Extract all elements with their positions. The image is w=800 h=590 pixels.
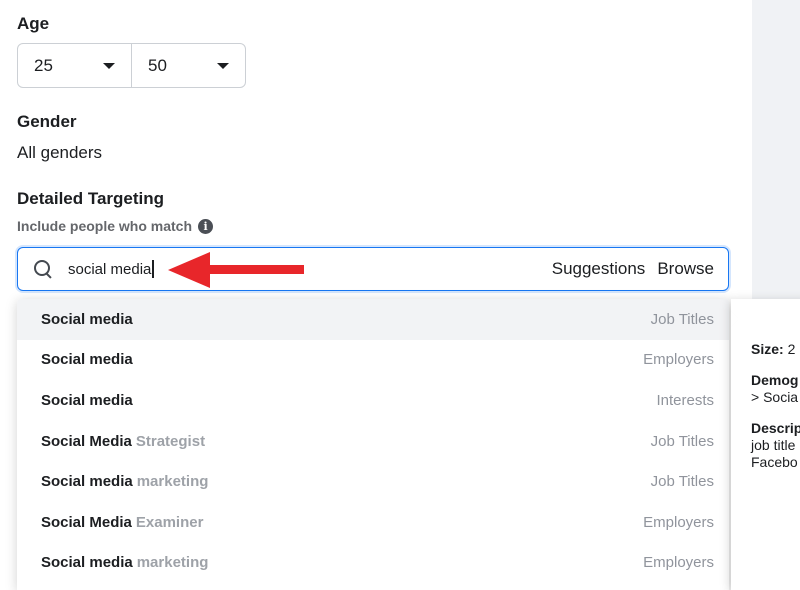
- result-match: Social media: [41, 351, 133, 369]
- detailed-targeting-label: Detailed Targeting: [17, 189, 165, 208]
- size-value: 2: [787, 341, 796, 357]
- detail-description: Descrip job title Facebo: [751, 420, 800, 471]
- age-min-value: 25: [34, 55, 53, 75]
- age-label: Age: [17, 14, 50, 33]
- result-match: Social media: [41, 554, 133, 572]
- size-label: Size:: [751, 341, 784, 357]
- result-match: Social media: [41, 310, 133, 328]
- result-match: Social Media: [41, 513, 132, 531]
- search-icon: [32, 258, 54, 280]
- arrow-shaft: [204, 265, 304, 274]
- result-category: Employers: [643, 513, 714, 531]
- result-category: Job Titles: [650, 473, 714, 491]
- chevron-down-icon: [103, 62, 115, 69]
- suggestions-link[interactable]: Suggestions: [552, 259, 646, 279]
- result-row[interactable]: Social media marketing Job Titles: [17, 461, 729, 502]
- gender-label: Gender: [17, 112, 77, 131]
- age-max-value: 50: [148, 55, 167, 75]
- result-category: Job Titles: [650, 432, 714, 450]
- include-label: Include people who match i: [17, 218, 214, 234]
- gender-value[interactable]: All genders: [17, 143, 102, 163]
- age-min-select[interactable]: 25: [18, 44, 131, 87]
- result-rest: marketing: [136, 554, 209, 572]
- descr-line-1: job title: [751, 437, 796, 453]
- result-row[interactable]: Social media Interests: [17, 380, 729, 421]
- age-range: 25 50: [17, 43, 246, 88]
- chevron-down-icon: [217, 62, 229, 69]
- result-row[interactable]: Social media marketing Employers: [17, 543, 729, 584]
- result-row[interactable]: Social media Job Titles: [17, 299, 729, 340]
- result-match: Social media: [41, 391, 133, 409]
- result-category: Interests: [656, 391, 714, 409]
- search-input[interactable]: social media: [68, 260, 154, 278]
- result-match: Social Media: [41, 432, 132, 450]
- result-detail-card: Size: 2 Demog > Socia Descrip job title …: [731, 299, 800, 590]
- search-results-dropdown: Social media Job Titles Social media Emp…: [17, 299, 729, 590]
- detailed-targeting-search[interactable]: social media Suggestions Browse: [17, 247, 729, 291]
- descr-line-2: Facebo: [751, 454, 798, 470]
- detail-demographics: Demog > Socia: [751, 372, 800, 406]
- result-rest: marketing: [136, 473, 209, 491]
- result-category: Job Titles: [650, 310, 714, 328]
- include-label-text: Include people who match: [17, 218, 193, 234]
- search-input-value: social media: [68, 260, 152, 278]
- result-row[interactable]: Social Media Strategist Job Titles: [17, 421, 729, 462]
- result-category: Employers: [643, 554, 714, 572]
- demog-label: Demog: [751, 372, 799, 388]
- detail-size: Size: 2: [751, 341, 800, 358]
- demog-value: > Socia: [751, 389, 799, 405]
- info-icon[interactable]: i: [198, 218, 214, 234]
- result-row[interactable]: Social media Employers: [17, 340, 729, 381]
- text-cursor: [152, 260, 154, 278]
- descr-label: Descrip: [751, 420, 800, 436]
- result-match: Social media: [41, 473, 133, 491]
- browse-link[interactable]: Browse: [657, 259, 714, 279]
- result-row[interactable]: Social Media Examiner Employers: [17, 502, 729, 543]
- result-rest: Strategist: [135, 432, 206, 450]
- result-rest: Examiner: [135, 513, 204, 531]
- age-max-select[interactable]: 50: [131, 44, 245, 87]
- result-category: Employers: [643, 351, 714, 369]
- arrow-head: [168, 252, 210, 288]
- red-arrow-annotation: [168, 252, 304, 288]
